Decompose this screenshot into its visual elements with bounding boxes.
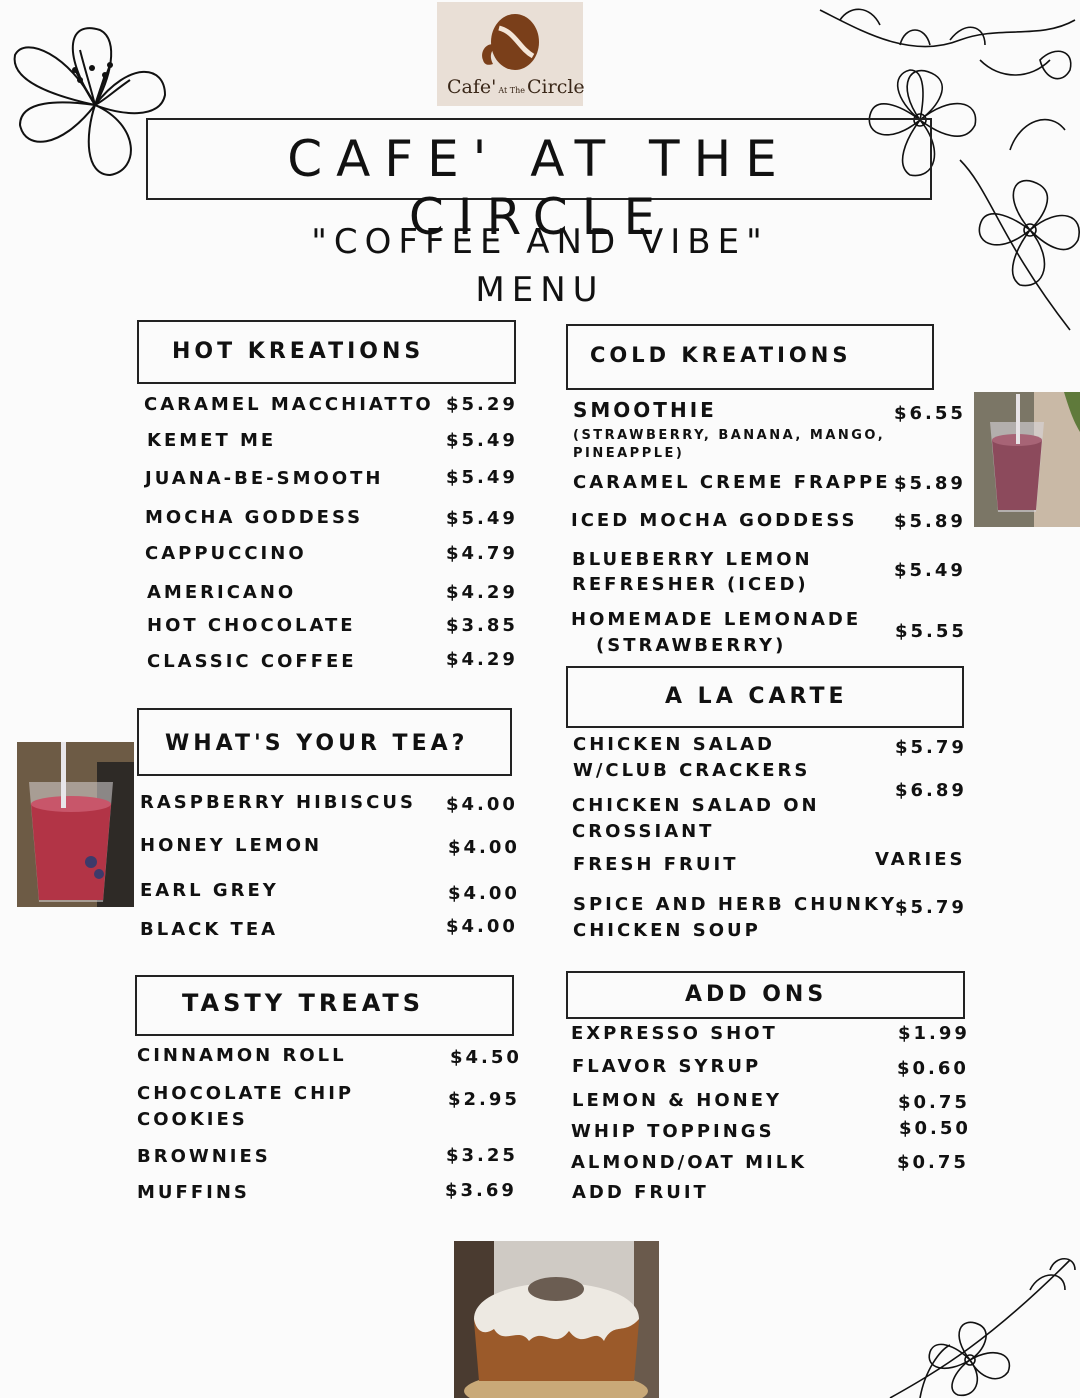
menu-price: VARIES — [875, 849, 966, 870]
menu-price: $4.00 — [446, 794, 518, 815]
menu-item: REFRESHER (ICED) — [572, 574, 809, 595]
menu-item: BLACK TEA — [140, 919, 279, 940]
menu-heading: MENU — [475, 270, 605, 310]
menu-item: FRESH FRUIT — [573, 854, 739, 875]
menu-price: $5.29 — [446, 394, 518, 415]
coffee-bean-logo-icon — [482, 14, 539, 70]
menu-item-note: PINEAPPLE) — [573, 446, 685, 461]
bundt-cake-photo — [454, 1241, 659, 1398]
menu-item: MUFFINS — [137, 1182, 250, 1203]
menu-price: $5.49 — [894, 560, 966, 581]
menu-item: CLASSIC COFFEE — [147, 651, 357, 672]
menu-price: $1.99 — [898, 1023, 970, 1044]
menu-item: CARAMEL MACCHIATTO — [144, 394, 434, 415]
menu-price: $0.75 — [898, 1092, 970, 1113]
menu-item: CROSSIANT — [572, 821, 715, 842]
cold-section-title: COLD KREATIONS — [590, 343, 852, 367]
logo-text: Cafe' — [447, 76, 497, 98]
menu-price: $3.25 — [446, 1145, 518, 1166]
menu-item: AMERICANO — [147, 582, 297, 603]
menu-item: KEMET ME — [147, 430, 277, 451]
menu-price: $0.60 — [897, 1058, 969, 1079]
menu-price: $3.85 — [446, 615, 518, 636]
menu-item: HOMEMADE LEMONADE — [571, 609, 862, 630]
menu-price: $5.89 — [894, 511, 966, 532]
menu-item: CHOCOLATE CHIP — [137, 1083, 355, 1104]
menu-price: $2.95 — [448, 1089, 520, 1110]
menu-item: MOCHA GODDESS — [145, 507, 364, 528]
menu-item: FLAVOR SYRUP — [572, 1056, 762, 1077]
menu-price: $6.55 — [894, 403, 966, 424]
menu-price: $4.29 — [446, 582, 518, 603]
menu-price: $5.89 — [894, 473, 966, 494]
menu-item: BLUEBERRY LEMON — [572, 549, 813, 570]
menu-item: CHICKEN SOUP — [573, 920, 761, 941]
menu-item: EXPRESSO SHOT — [571, 1023, 778, 1044]
menu-price: $4.79 — [446, 543, 518, 564]
menu-price: $4.29 — [446, 649, 518, 670]
menu-item: CHICKEN SALAD — [573, 734, 775, 755]
menu-price: $5.79 — [895, 737, 967, 758]
iced-tea-photo — [17, 742, 134, 907]
tea-section-title: WHAT'S YOUR TEA? — [165, 731, 469, 756]
menu-price: $5.79 — [895, 897, 967, 918]
menu-item: HONEY LEMON — [140, 835, 323, 856]
title-box: CAFE' AT THE CIRCLE — [146, 118, 932, 246]
menu-price: $0.75 — [897, 1152, 969, 1173]
menu-item: HOT CHOCOLATE — [147, 615, 356, 636]
hot-section-title: HOT KREATIONS — [172, 339, 425, 364]
logo: Cafe' At The Circle — [437, 2, 585, 106]
menu-item: SPICE AND HERB CHUNKY — [573, 894, 897, 915]
logo-text-small: At The — [498, 86, 525, 95]
menu-item: W/CLUB CRACKERS — [573, 760, 811, 781]
tagline: "COFFEE AND VIBE" — [311, 222, 769, 262]
menu-item: LEMON & HONEY — [572, 1090, 783, 1111]
menu-item: EARL GREY — [140, 880, 279, 901]
flower-bottom-right-icon — [889, 1257, 1076, 1398]
smoothie-photo — [974, 392, 1080, 527]
menu-item: ICED MOCHA GODDESS — [571, 510, 858, 531]
menu-price: $4.50 — [450, 1047, 522, 1068]
menu-item: SMOOTHIE — [573, 398, 717, 422]
carte-section-title: A LA CARTE — [665, 684, 848, 709]
menu-item: BROWNIES — [137, 1146, 271, 1167]
menu-item: CHICKEN SALAD ON — [572, 795, 820, 816]
menu-price: $4.00 — [448, 837, 520, 858]
menu-item: WHIP TOPPINGS — [571, 1121, 775, 1142]
menu-price: $5.49 — [446, 430, 518, 451]
addons-section-title: ADD ONS — [685, 982, 828, 1007]
menu-item: (STRAWBERRY) — [596, 635, 787, 656]
menu-item: COOKIES — [137, 1109, 248, 1130]
menu-price: $3.69 — [445, 1180, 517, 1201]
menu-item: CAPPUCCINO — [145, 543, 307, 564]
menu-item: JUANA-BE-SMOOTH — [145, 468, 384, 489]
menu-price: $5.55 — [895, 621, 967, 642]
menu-price: $0.50 — [899, 1118, 971, 1139]
menu-price: $4.00 — [446, 916, 518, 937]
menu-item: ALMOND/OAT MILK — [571, 1152, 808, 1173]
menu-item: RASPBERRY HIBISCUS — [140, 792, 416, 813]
menu-item: CARAMEL CREME FRAPPE — [573, 472, 891, 493]
menu-price: $6.89 — [895, 780, 967, 801]
menu-price: $4.00 — [448, 883, 520, 904]
logo-text-end: Circle — [527, 76, 585, 98]
menu-item: ADD FRUIT — [572, 1182, 709, 1203]
menu-price: $5.49 — [446, 508, 518, 529]
menu-price: $5.49 — [446, 467, 518, 488]
menu-item: CINNAMON ROLL — [137, 1045, 347, 1066]
menu-item-note: (STRAWBERRY, BANANA, MANGO, — [573, 428, 886, 443]
treats-section-title: TASTY TREATS — [182, 989, 425, 1017]
